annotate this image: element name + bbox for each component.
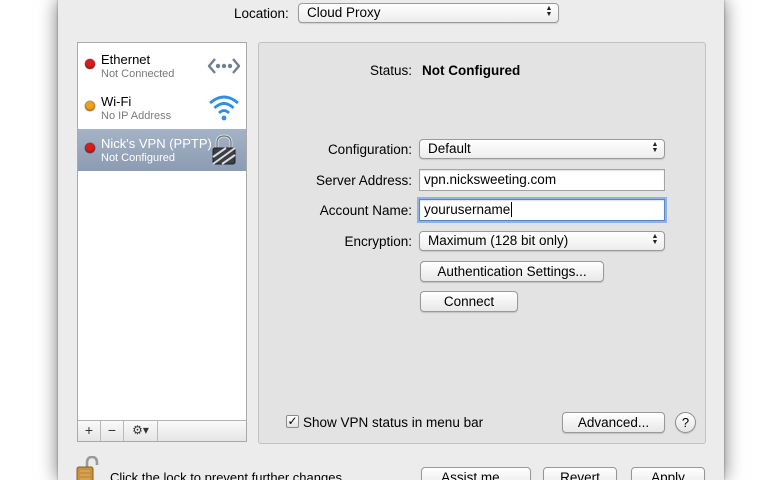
vpn-settings-panel: Status: Not Configured Configuration: De… xyxy=(258,42,706,444)
status-dot-red xyxy=(85,59,95,69)
status-dot-red xyxy=(85,143,95,153)
status-dot-yellow xyxy=(85,101,95,111)
status-label: Status: xyxy=(369,63,412,78)
service-item-vpn[interactable]: Nick's VPN (PPTP) Not Configured xyxy=(78,129,246,171)
help-button[interactable]: ? xyxy=(675,412,696,433)
server-address-label: Server Address: xyxy=(315,173,412,188)
configuration-popup[interactable]: Default ▲ ▼ xyxy=(419,139,665,159)
encryption-label: Encryption: xyxy=(344,234,412,249)
location-popup[interactable]: Cloud Proxy ▲ ▼ xyxy=(298,3,559,23)
show-vpn-status-label: Show VPN status in menu bar xyxy=(303,415,484,430)
account-name-field[interactable]: yourusername xyxy=(419,199,665,221)
apply-button[interactable]: Apply xyxy=(631,467,705,480)
configuration-label: Configuration: xyxy=(327,142,412,157)
show-vpn-status-checkbox[interactable]: ✓ xyxy=(286,415,299,428)
service-name: Nick's VPN (PPTP) xyxy=(101,136,212,151)
service-status: No IP Address xyxy=(101,110,172,122)
encryption-popup[interactable]: Maximum (128 bit only) ▲ ▼ xyxy=(419,231,665,251)
revert-button[interactable]: Revert xyxy=(543,467,617,480)
service-item-wifi[interactable]: Wi-Fi No IP Address xyxy=(78,87,246,129)
service-item-ethernet[interactable]: Ethernet Not Connected xyxy=(78,45,246,87)
service-status: Not Connected xyxy=(101,68,175,80)
location-label: Location: xyxy=(234,6,289,21)
add-service-button[interactable]: + xyxy=(78,421,101,441)
remove-service-button[interactable]: − xyxy=(101,421,124,441)
ethernet-icon xyxy=(207,58,241,74)
server-address-value: vpn.nicksweeting.com xyxy=(424,172,557,187)
lock-icon[interactable] xyxy=(76,456,102,480)
service-status: Not Configured xyxy=(101,152,175,164)
service-name: Wi-Fi xyxy=(101,94,132,109)
wifi-icon xyxy=(209,95,239,121)
configuration-value: Default xyxy=(428,141,471,156)
popup-arrows-icon: ▲ ▼ xyxy=(651,141,659,154)
popup-arrows-icon: ▲ ▼ xyxy=(651,233,659,246)
status-value: Not Configured xyxy=(422,63,521,78)
network-preferences-window: Location: Cloud Proxy ▲ ▼ Ethernet Not Co… xyxy=(58,0,724,480)
text-caret xyxy=(511,202,513,217)
account-name-label: Account Name: xyxy=(319,203,412,218)
location-value: Cloud Proxy xyxy=(307,5,381,20)
advanced-button[interactable]: Advanced... xyxy=(562,412,665,433)
authentication-settings-button[interactable]: Authentication Settings... xyxy=(420,261,604,282)
service-name: Ethernet xyxy=(101,52,151,67)
encryption-value: Maximum (128 bit only) xyxy=(428,233,569,248)
popup-arrows-icon: ▲ ▼ xyxy=(545,5,553,18)
lock-message: Click the lock to prevent further change… xyxy=(110,470,346,480)
server-address-field[interactable]: vpn.nicksweeting.com xyxy=(419,169,665,191)
action-gear-button[interactable]: ⚙▾ xyxy=(124,421,158,441)
vpn-lock-icon xyxy=(212,134,236,165)
service-list-toolbar: + − ⚙▾ xyxy=(78,420,246,441)
connect-button[interactable]: Connect xyxy=(420,291,518,312)
service-list: Ethernet Not Connected Wi-Fi No IP Addre… xyxy=(77,42,247,442)
assist-me-button[interactable]: Assist me... xyxy=(421,467,531,480)
account-name-value: yourusername xyxy=(424,202,511,217)
